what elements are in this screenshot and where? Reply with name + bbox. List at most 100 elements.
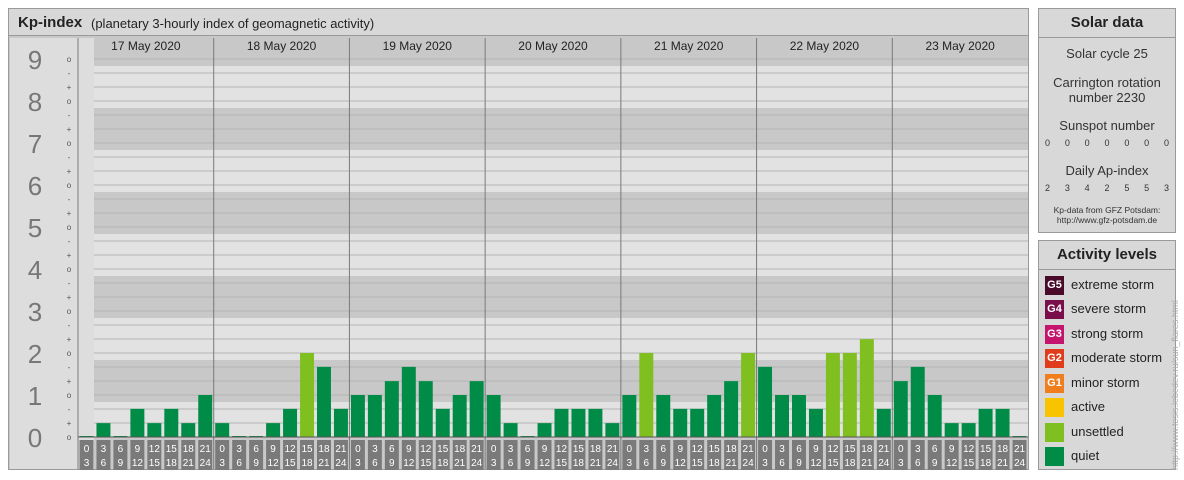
unsettled-swatch [1045, 423, 1064, 442]
hour-start-label: 15 [301, 444, 313, 455]
kp-bar [215, 423, 230, 437]
y-tick-label: 8 [28, 87, 42, 117]
sunspot-title: Sunspot number [1059, 118, 1155, 133]
kp-bar [741, 353, 756, 437]
day-label: 17 May 2020 [111, 39, 181, 53]
y-subtick-label: + [67, 167, 72, 176]
y-tick-label: 5 [28, 213, 42, 243]
kp-bar [792, 395, 806, 437]
hour-start-label: 21 [1014, 444, 1026, 455]
hour-start-label: 6 [796, 444, 802, 455]
kp-bar [622, 395, 637, 437]
y-subtick-label: + [67, 251, 72, 260]
hour-start-label: 3 [644, 444, 650, 455]
day-label: 22 May 2020 [790, 39, 860, 53]
hour-end-label: 15 [827, 458, 839, 469]
hour-end-label: 3 [219, 458, 225, 469]
hour-end-label: 18 [437, 458, 449, 469]
y-subtick-label: o [67, 223, 72, 232]
kp-bar [656, 395, 671, 437]
y-subtick-label: - [68, 321, 71, 330]
kp-bar [825, 353, 840, 437]
hour-start-label: 21 [607, 444, 619, 455]
legend-item-quiet: quiet [1045, 447, 1175, 467]
kp-bar [808, 408, 823, 437]
day-label: 18 May 2020 [247, 39, 317, 53]
hour-start-label: 18 [318, 444, 330, 455]
hour-end-label: 15 [556, 458, 568, 469]
hour-end-label: 6 [372, 458, 378, 469]
hour-end-label: 9 [796, 458, 802, 469]
kp-bar [961, 423, 976, 437]
hour-start-label: 18 [726, 444, 738, 455]
kp-bar [130, 408, 145, 437]
hour-start-label: 15 [844, 444, 856, 455]
hour-start-label: 15 [573, 444, 585, 455]
y-subtick-label: - [68, 363, 71, 372]
hour-end-label: 18 [301, 458, 313, 469]
g4-badge: G4 [1045, 300, 1064, 319]
hour-start-label: 0 [219, 444, 225, 455]
hour-end-label: 6 [644, 458, 650, 469]
hour-start-label: 0 [491, 444, 497, 455]
y-subtick-label: + [67, 125, 72, 134]
hour-end-label: 21 [590, 458, 602, 469]
y-tick-label: 0 [28, 423, 42, 453]
kp-bar [707, 395, 722, 437]
hour-start-label: 3 [236, 444, 242, 455]
kp-bar [198, 395, 213, 437]
source-watermark: http://www.tesis.lebedev.ru/sun_flares.h… [1170, 250, 1182, 470]
hour-start-label: 12 [420, 444, 432, 455]
hour-start-label: 9 [270, 444, 276, 455]
y-subtick-label: o [67, 265, 72, 274]
hour-start-label: 18 [183, 444, 195, 455]
ap-value: 3 [1064, 183, 1070, 193]
legend-label: unsettled [1071, 424, 1124, 439]
kp-bar [401, 366, 416, 437]
ap-value: 3 [1163, 183, 1169, 193]
y-subtick-label: o [67, 97, 72, 106]
kp-bar [690, 408, 705, 437]
hour-end-label: 9 [389, 458, 395, 469]
hour-end-label: 18 [980, 458, 992, 469]
y-tick-label: 9 [28, 45, 42, 75]
y-tick-label: 6 [28, 171, 42, 201]
y-tick-label: 3 [28, 297, 42, 327]
hour-end-label: 12 [539, 458, 551, 469]
hour-end-label: 15 [420, 458, 432, 469]
ap-value: 2 [1045, 183, 1051, 193]
hour-end-label: 6 [915, 458, 921, 469]
hour-end-label: 21 [454, 458, 466, 469]
y-tick-label: 2 [28, 339, 42, 369]
legend-label: moderate storm [1071, 350, 1163, 365]
g5-badge: G5 [1045, 276, 1064, 295]
y-subtick-label: + [67, 335, 72, 344]
hour-end-label: 12 [810, 458, 822, 469]
hour-end-label: 12 [132, 458, 144, 469]
hour-start-label: 0 [84, 444, 90, 455]
hour-end-label: 9 [660, 458, 666, 469]
hour-end-label: 24 [200, 458, 212, 469]
kp-bar [96, 423, 111, 437]
ap-value: 4 [1084, 183, 1090, 193]
hour-end-label: 9 [932, 458, 938, 469]
data-credit-link[interactable]: http://www.gfz-potsdam.de [1039, 215, 1175, 226]
kp-bar [333, 408, 348, 437]
hour-start-label: 21 [471, 444, 483, 455]
hour-end-label: 24 [1014, 458, 1026, 469]
hour-start-label: 21 [743, 444, 755, 455]
kp-bar [283, 408, 298, 437]
kp-bar [639, 353, 654, 437]
hour-start-label: 3 [915, 444, 921, 455]
hour-end-label: 15 [149, 458, 161, 469]
y-subtick-label: o [67, 349, 72, 358]
hour-end-label: 15 [692, 458, 704, 469]
activity-levels-panel: Activity levels G5 extreme storm G4 seve… [1038, 240, 1176, 470]
sunspot-value: 0 [1124, 138, 1130, 148]
kp-bar [605, 423, 620, 437]
kp-bar [418, 381, 433, 437]
hour-end-label: 3 [84, 458, 90, 469]
y-subtick-label: - [68, 237, 71, 246]
hour-start-label: 6 [118, 444, 124, 455]
hour-start-label: 15 [166, 444, 178, 455]
